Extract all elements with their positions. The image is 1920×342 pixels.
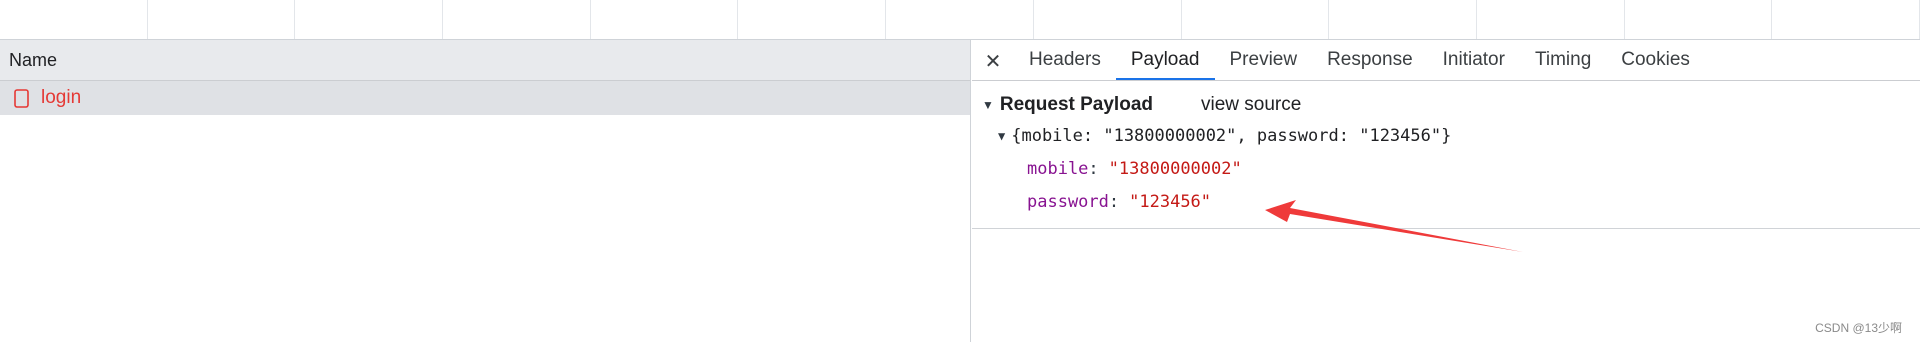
timeline-tick xyxy=(1477,0,1625,39)
close-icon[interactable]: ✕ xyxy=(982,42,1004,80)
view-source-link[interactable]: view source xyxy=(1201,94,1301,116)
tab-preview[interactable]: Preview xyxy=(1215,42,1313,80)
request-row-login[interactable]: login xyxy=(0,81,970,115)
prop-value: "13800000002" xyxy=(1108,158,1242,179)
request-payload-header[interactable]: ▼ Request Payload view source xyxy=(972,91,1920,119)
timeline-tick xyxy=(148,0,296,39)
timeline-tick xyxy=(1329,0,1477,39)
tab-timing[interactable]: Timing xyxy=(1520,42,1606,80)
annotation-arrow-icon xyxy=(1265,200,1523,252)
prop-key: mobile xyxy=(1027,158,1089,179)
prop-value: "123456" xyxy=(1129,191,1212,212)
request-payload-title: Request Payload xyxy=(999,94,1153,115)
request-name: login xyxy=(41,87,82,108)
prop-key: password xyxy=(1027,191,1109,212)
tab-payload[interactable]: Payload xyxy=(1115,42,1215,80)
prop-colon: : xyxy=(1108,191,1120,212)
timeline-tick xyxy=(591,0,739,39)
payload-prop-mobile: mobile : "13800000002" xyxy=(972,152,1920,185)
network-timeline[interactable] xyxy=(0,0,1920,40)
timeline-tick xyxy=(0,0,148,39)
payload-summary-text: {mobile: "13800000002", password: "12345… xyxy=(1011,125,1452,146)
timeline-tick xyxy=(1625,0,1773,39)
request-details-panel: ✕ Headers Payload Preview Response Initi… xyxy=(972,40,1920,342)
watermark: CSDN @13少啊 xyxy=(1815,321,1902,335)
timeline-tick xyxy=(443,0,591,39)
request-list-panel: Name login xyxy=(0,40,971,342)
name-column-label: Name xyxy=(9,49,58,70)
timeline-tick xyxy=(1772,0,1920,39)
devtools-network: Name login ✕ Headers Payload Preview Res… xyxy=(0,0,1920,342)
timeline-tick xyxy=(1182,0,1330,39)
timeline-tick xyxy=(886,0,1034,39)
document-icon xyxy=(14,88,29,108)
tab-response[interactable]: Response xyxy=(1312,42,1428,80)
payload-object-summary[interactable]: ▼ {mobile: "13800000002", password: "123… xyxy=(972,119,1920,152)
timeline-tick xyxy=(1034,0,1182,39)
tab-headers[interactable]: Headers xyxy=(1014,42,1116,80)
details-tab-bar: ✕ Headers Payload Preview Response Initi… xyxy=(972,40,1920,81)
timeline-tick xyxy=(295,0,444,39)
prop-colon: : xyxy=(1088,158,1099,179)
triangle-down-icon[interactable]: ▼ xyxy=(982,98,994,112)
triangle-down-icon[interactable]: ▼ xyxy=(998,129,1005,143)
tab-cookies[interactable]: Cookies xyxy=(1606,42,1705,80)
tab-initiator[interactable]: Initiator xyxy=(1428,42,1520,80)
name-column-header[interactable]: Name xyxy=(0,40,970,81)
timeline-tick xyxy=(738,0,887,39)
